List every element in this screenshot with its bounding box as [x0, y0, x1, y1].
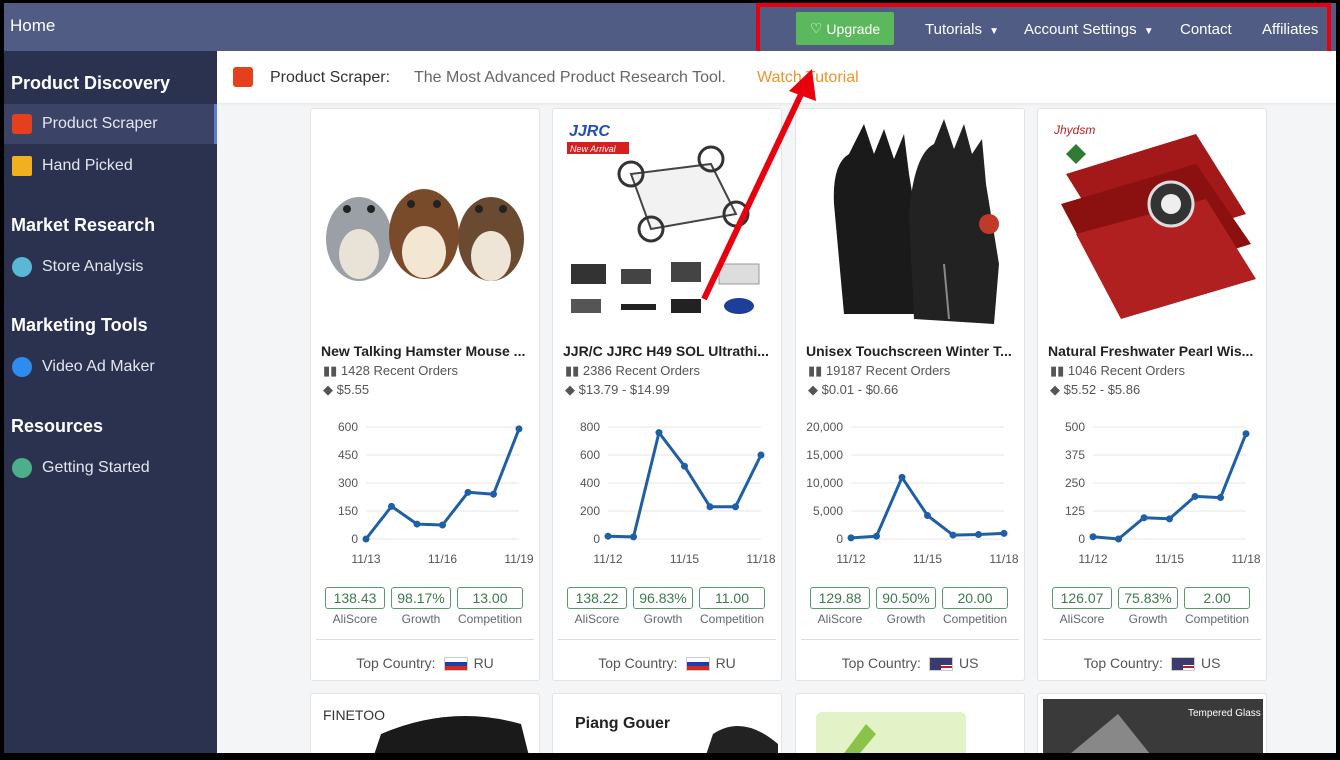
annotation-arrow	[701, 69, 816, 301]
app-window: Home ♡ Upgrade Tutorials ▼ Account Setti…	[4, 3, 1336, 753]
